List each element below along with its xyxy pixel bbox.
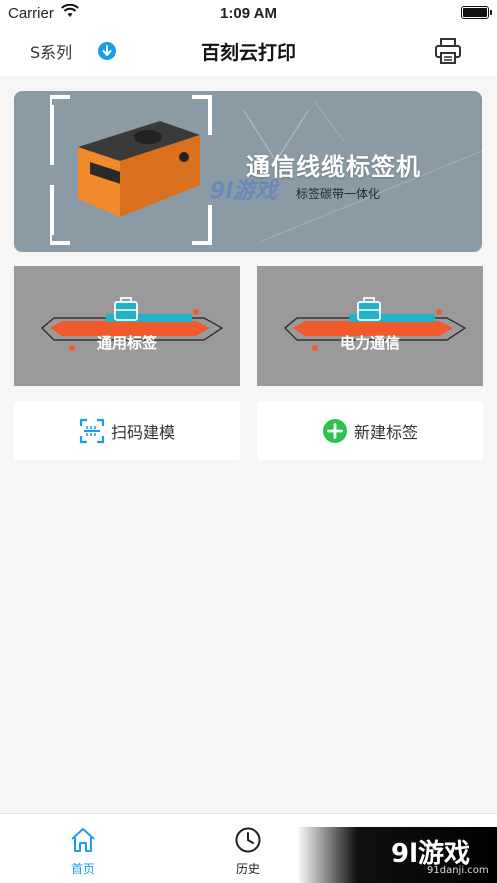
tab-history[interactable]: 历史 — [218, 826, 278, 877]
banner-subtitle: 标签碳带一体化 — [296, 187, 381, 201]
printer-image — [50, 95, 212, 245]
tab-home[interactable]: 首页 — [53, 826, 113, 877]
banner-title: 通信线缆标签机 — [246, 153, 421, 181]
watermark-sub: 91danji.com — [427, 865, 489, 876]
briefcase-icon — [357, 297, 381, 321]
printer-icon — [435, 38, 461, 64]
new-label-button[interactable]: 新建标签 — [257, 401, 483, 460]
power-comm-card[interactable]: 电力通信 — [257, 266, 483, 386]
general-label-text: 通用标签 — [96, 334, 157, 352]
scan-model-button[interactable]: 扫码建模 — [14, 401, 240, 460]
general-label-card[interactable]: 通用标签 — [14, 266, 240, 386]
status-time: 1:09 AM — [220, 5, 277, 22]
label-card-graphic — [284, 297, 467, 351]
power-comm-text: 电力通信 — [339, 334, 400, 352]
add-circle-icon — [322, 418, 347, 443]
tab-history-label: 历史 — [235, 862, 260, 876]
scan-model-label: 扫码建模 — [110, 422, 175, 442]
nav-bar: S系列 百刻云打印 — [0, 28, 497, 76]
label-card-graphic — [41, 297, 224, 351]
battery-icon — [461, 6, 492, 19]
clock-icon — [235, 827, 261, 853]
home-icon — [71, 828, 95, 852]
status-bar: Carrier 1:09 AM — [0, 0, 497, 28]
printer-button[interactable] — [433, 36, 463, 66]
tab-home-label: 首页 — [70, 862, 95, 876]
scan-icon — [79, 418, 105, 443]
page-title: 百刻云打印 — [200, 42, 296, 64]
briefcase-icon — [114, 297, 138, 321]
promo-banner[interactable]: 9l游戏 通信线缆标签机 标签碳带一体化 — [14, 91, 482, 252]
site-watermark: 9l游戏 91danji.com — [297, 827, 497, 883]
new-label-label: 新建标签 — [353, 422, 418, 442]
